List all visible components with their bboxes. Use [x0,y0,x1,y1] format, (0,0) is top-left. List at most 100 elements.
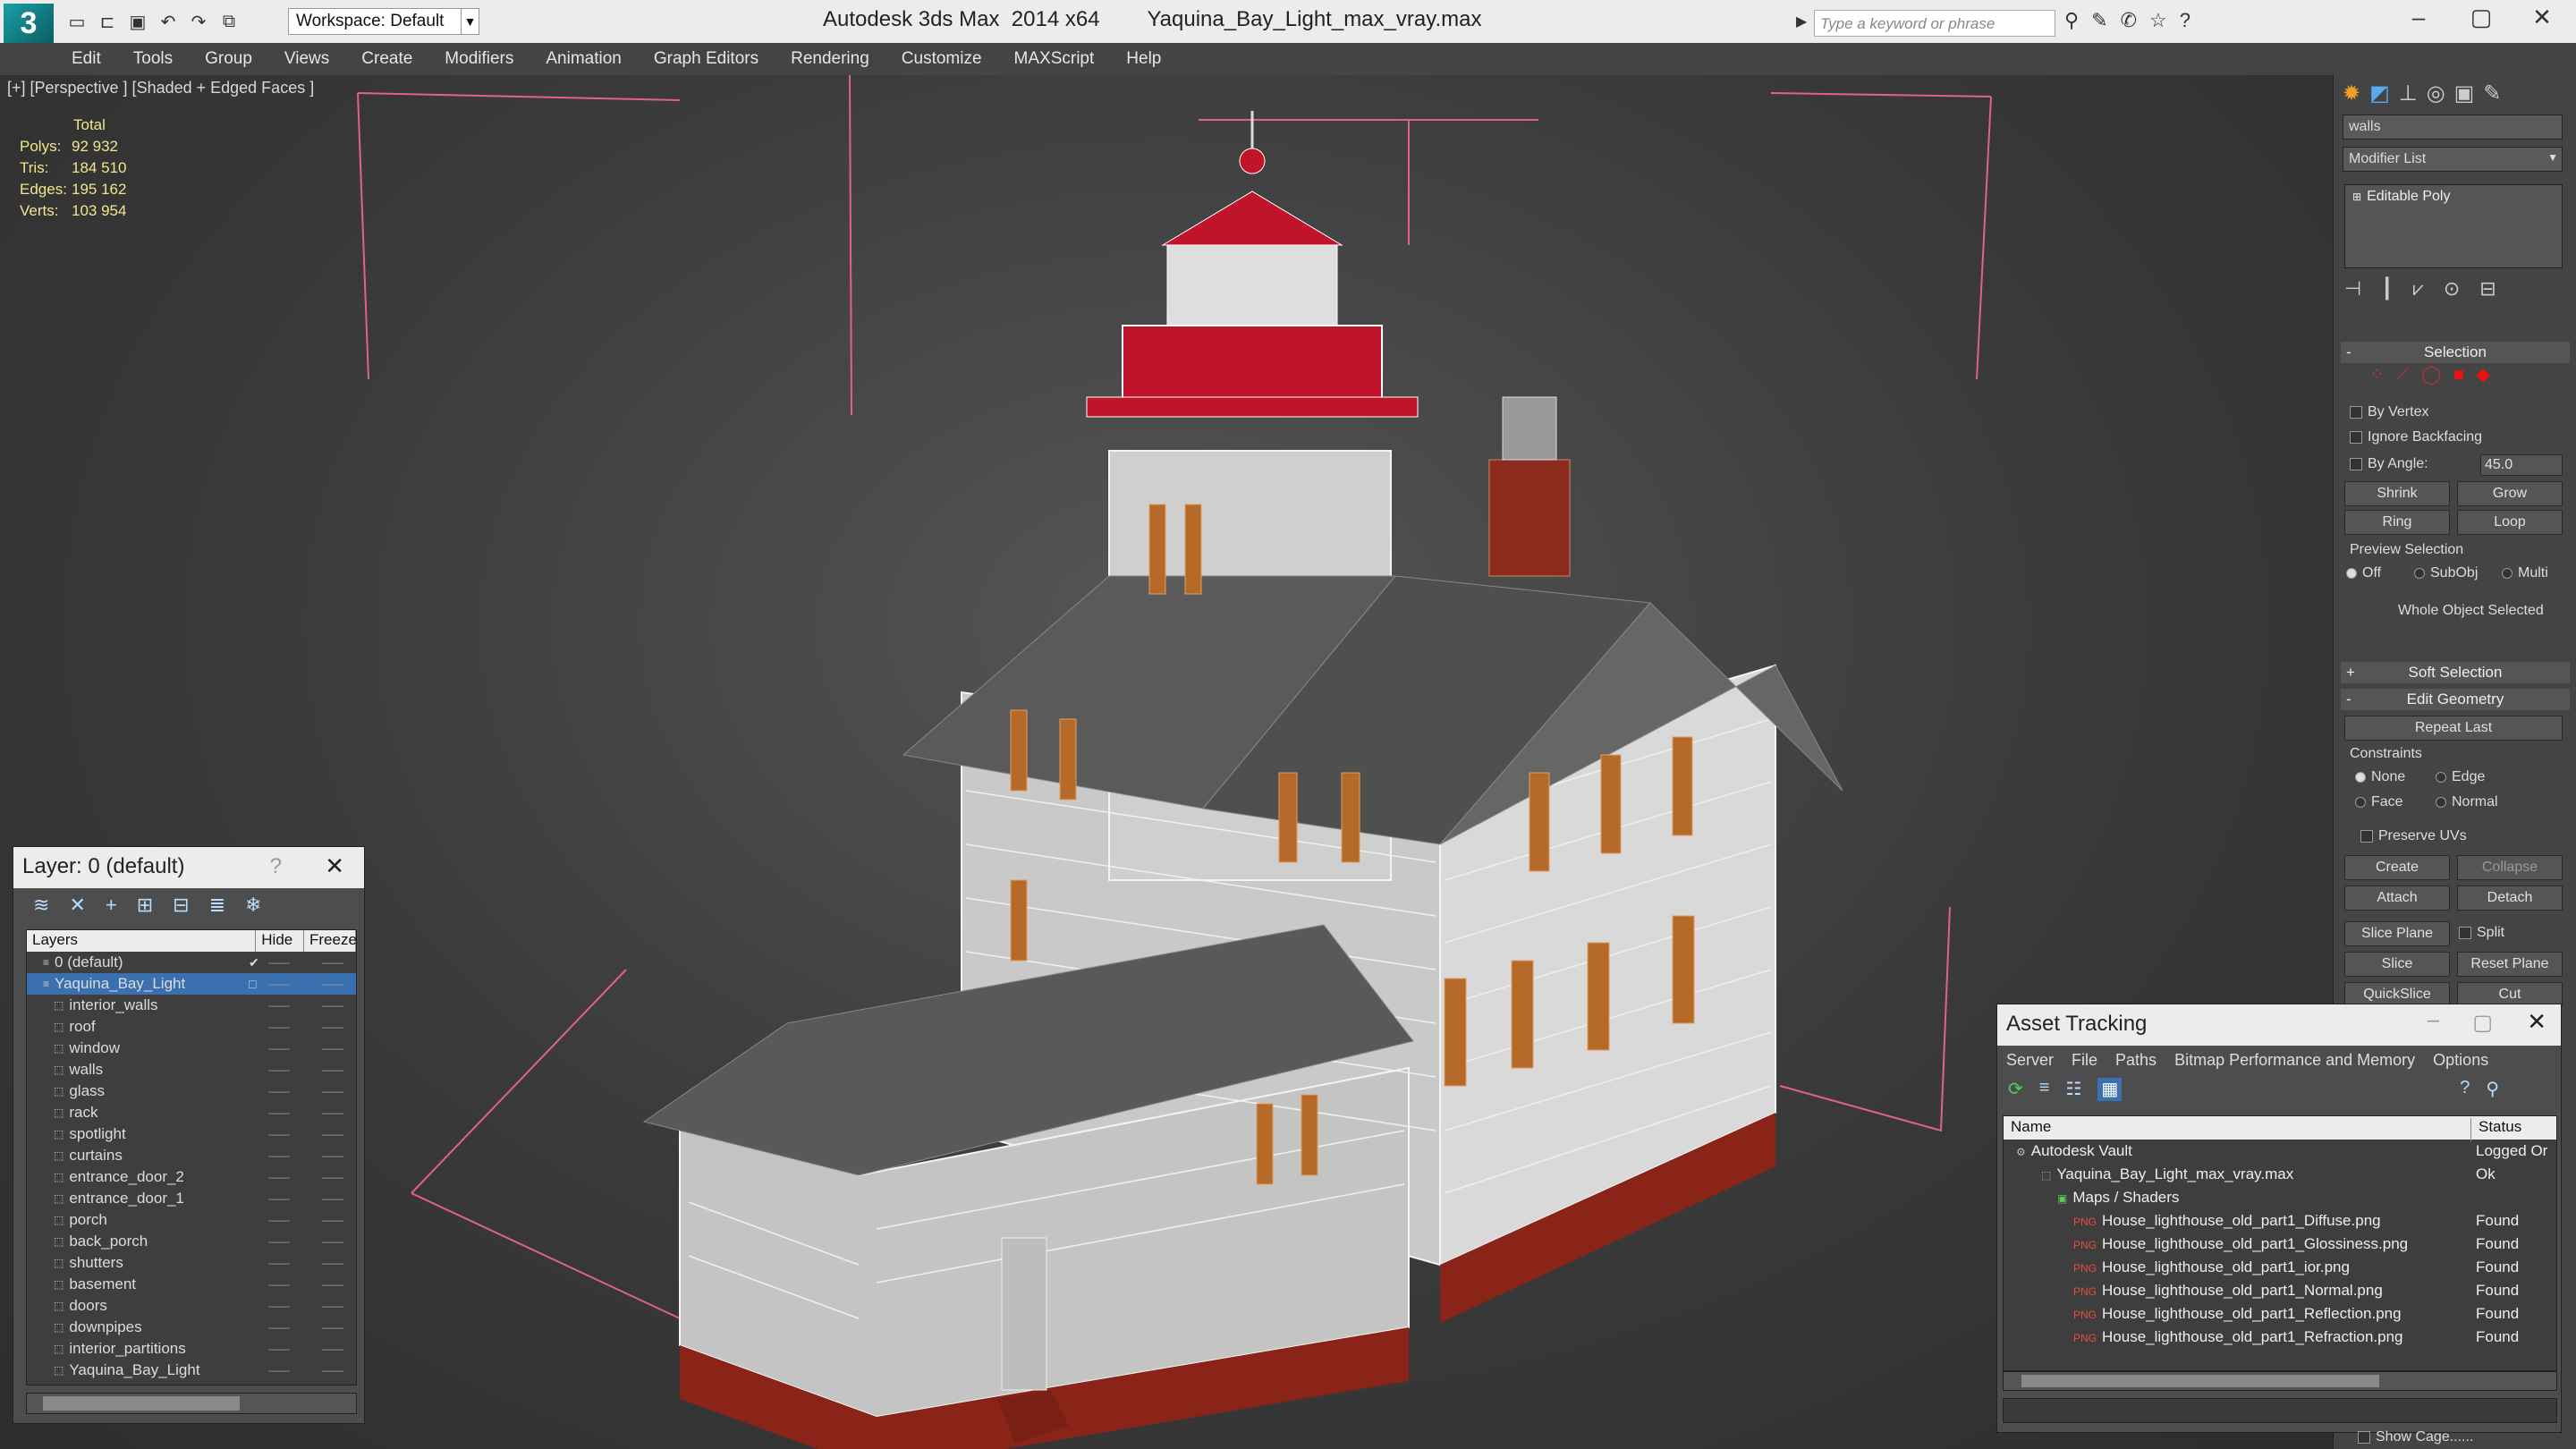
radio-dot[interactable] [2355,796,2366,808]
search-expand-icon[interactable]: ▶ [1796,13,1807,30]
col-freeze[interactable]: Freeze [304,930,357,952]
modify-tab-icon[interactable]: ◩ [2369,80,2390,109]
menu-rendering[interactable]: Rendering [791,49,869,69]
freeze-toggle[interactable]: —— [322,999,343,1012]
layer-row[interactable]: ≡ 0 (default) ✔ —— —— [27,952,356,973]
hide-toggle[interactable]: —— [268,978,290,990]
hide-toggle[interactable]: —— [268,1343,290,1355]
freeze-toggle[interactable]: —— [322,1300,343,1312]
radio-dot[interactable] [2436,771,2446,783]
menu-views[interactable]: Views [284,49,329,69]
freeze-toggle[interactable]: —— [322,1128,343,1140]
minimize-icon[interactable]: – [2392,4,2445,31]
list-view-icon[interactable]: ≡ [2039,1078,2050,1101]
assets-scrollbar[interactable] [2003,1371,2557,1391]
collapse-button[interactable]: Collapse [2457,855,2563,880]
layer-row[interactable]: ⬚ basement —— —— [27,1274,356,1295]
soft-selection-rollout[interactable]: + Soft Selection [2341,662,2570,683]
col-name[interactable]: Name [2011,1118,2051,1136]
communication-icon[interactable]: ✆ [2121,9,2137,32]
freeze-toggle[interactable]: —— [322,1278,343,1291]
add-to-layer-icon[interactable]: + [106,894,117,919]
split-checkbox[interactable]: Split [2459,925,2504,941]
layer-row[interactable]: ⬚ rack —— —— [27,1102,356,1123]
layer-row[interactable]: ⬚ roof —— —— [27,1016,356,1038]
hide-toggle[interactable]: —— [268,1063,290,1076]
asset-row[interactable]: PNG House_lighthouse_old_part1_ior.png Fou… [2004,1256,2556,1279]
edge-icon[interactable]: ⟋ [2396,365,2409,385]
preview-subobj-radio[interactable]: SubObj [2414,565,2478,581]
radio-dot[interactable] [2414,567,2425,579]
layer-row[interactable]: ⬚ interior_walls —— —— [27,995,356,1016]
col-hide[interactable]: Hide [256,930,304,952]
delete-layer-icon[interactable]: ✕ [69,894,85,919]
element-icon[interactable]: ◆ [2477,365,2490,385]
hide-toggle[interactable]: —— [268,1106,290,1119]
open-file-icon[interactable]: ⊏ [95,9,120,34]
table-view-icon[interactable]: ▦ [2097,1078,2123,1101]
maximize-icon[interactable]: ▢ [2472,1010,2493,1036]
menu-modifiers[interactable]: Modifiers [445,49,513,69]
asset-row[interactable]: PNG House_lighthouse_old_part1_Diffuse.pn… [2004,1209,2556,1233]
constraint-normal-radio[interactable]: Normal [2436,794,2498,810]
asset-row[interactable]: PNG House_lighthouse_old_part1_Reflection… [2004,1302,2556,1326]
modifier-list-dropdown[interactable]: Modifier List ▼ [2343,147,2563,172]
layer-row[interactable]: ⬚ curtains —— —— [27,1145,356,1166]
hide-toggle[interactable]: —— [268,1300,290,1312]
layer-row[interactable]: ⬚ window —— —— [27,1038,356,1059]
hide-toggle[interactable]: —— [268,1021,290,1033]
asset-row[interactable]: PNG House_lighthouse_old_part1_Glossiness… [2004,1233,2556,1256]
help-icon[interactable]: ? [270,854,282,879]
menu-animation[interactable]: Animation [546,49,622,69]
hide-toggle[interactable]: —— [268,1235,290,1248]
checkbox-box[interactable] [2459,926,2471,939]
freeze-toggle[interactable]: —— [322,1171,343,1183]
hide-toggle[interactable]: —— [268,1321,290,1334]
close-icon[interactable]: ✕ [2527,1008,2546,1036]
layer-row[interactable]: ⬚ interior_partitions —— —— [27,1338,356,1360]
layer-row[interactable]: ⬚ entrance_door_2 —— —— [27,1166,356,1188]
preview-multi-radio[interactable]: Multi [2502,565,2548,581]
asset-row[interactable]: PNG House_lighthouse_old_part1_Normal.png… [2004,1279,2556,1302]
freeze-toggle[interactable]: —— [322,1321,343,1334]
radio-dot[interactable] [2436,796,2446,808]
freeze-toggle[interactable]: —— [322,1085,343,1097]
menu-options[interactable]: Options [2433,1051,2488,1069]
new-file-icon[interactable]: ▭ [64,9,89,34]
edit-geometry-rollout[interactable]: - Edit Geometry [2341,689,2570,710]
minimize-icon[interactable]: – [2428,1008,2439,1033]
hide-toggle[interactable]: —— [268,1149,290,1162]
ignore-backfacing-checkbox[interactable]: Ignore Backfacing [2350,429,2482,445]
freeze-all-layers-icon[interactable]: ❄ [245,894,261,919]
detach-button[interactable]: Detach [2457,886,2563,911]
by-angle-checkbox[interactable]: By Angle: [2350,456,2428,472]
freeze-toggle[interactable]: —— [322,1192,343,1205]
freeze-toggle[interactable]: —— [322,1364,343,1377]
project-folder-icon[interactable]: ⧉ [216,9,242,34]
hide-toggle[interactable]: —— [268,956,290,969]
checkbox-box[interactable] [2358,1430,2370,1444]
asset-row[interactable]: ⚙ Autodesk Vault Logged Or [2004,1140,2556,1163]
create-tab-icon[interactable]: ✹ [2343,80,2360,109]
workspace-dropdown[interactable]: Workspace: Default ▼ [288,8,479,35]
border-icon[interactable]: ◯ [2421,365,2441,385]
hide-toggle[interactable]: —— [268,1192,290,1205]
menu-group[interactable]: Group [205,49,252,69]
layer-row[interactable]: ⬚ Yaquina_Bay_Light —— —— [27,1360,356,1381]
highlight-layer-icon[interactable]: ⊟ [173,894,189,919]
hide-toggle[interactable]: —— [268,1278,290,1291]
layer-row[interactable]: ⬚ doors —— —— [27,1295,356,1317]
tree-view-icon[interactable]: ☷ [2065,1078,2081,1101]
col-status[interactable]: Status [2470,1118,2521,1141]
menu-create[interactable]: Create [361,49,412,69]
grow-button[interactable]: Grow [2457,481,2563,506]
close-icon[interactable]: ✕ [2515,4,2569,31]
utilities-tab-icon[interactable]: ✎ [2483,80,2501,109]
help-icon[interactable]: ? [2460,1078,2470,1101]
pin-stack-icon[interactable]: ⊣ [2344,277,2361,301]
loop-button[interactable]: Loop [2457,510,2563,535]
search-input[interactable]: Type a keyword or phrase [1814,10,2055,37]
refresh-icon[interactable]: ⟳ [2008,1078,2023,1101]
hide-toggle[interactable]: —— [268,1128,290,1140]
hide-toggle[interactable]: —— [268,1085,290,1097]
